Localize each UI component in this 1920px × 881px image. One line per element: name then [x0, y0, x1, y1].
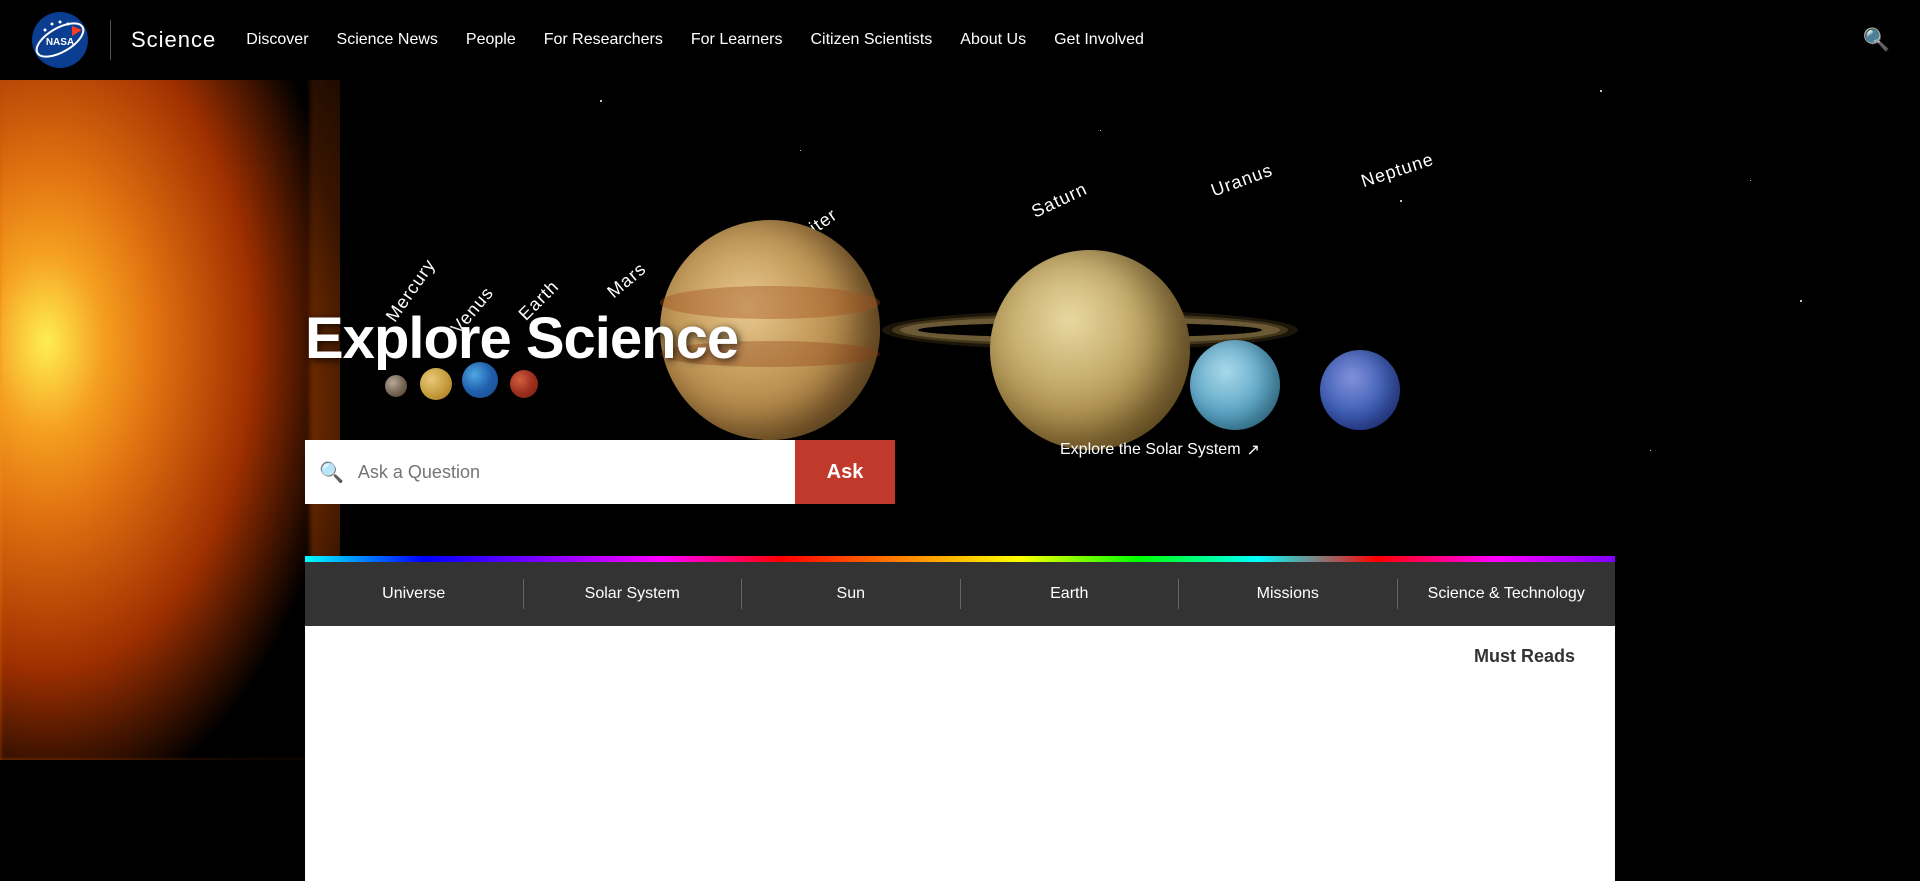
mars-planet[interactable] — [510, 370, 538, 398]
external-link-icon: ↗ — [1247, 440, 1260, 460]
science-label: Science — [131, 27, 216, 53]
svg-text:NASA: NASA — [46, 37, 74, 48]
neptune-planet[interactable] — [1320, 350, 1400, 430]
content-area: Must Reads — [305, 626, 1615, 881]
search-icon[interactable]: 🔍 — [1863, 27, 1890, 53]
category-sun[interactable]: Sun — [742, 562, 960, 626]
nav-item-discover[interactable]: Discover — [246, 31, 308, 49]
nav-item-people[interactable]: People — [466, 31, 516, 49]
mars-label[interactable]: Mars — [603, 258, 650, 302]
saturn-planet — [990, 250, 1190, 450]
search-bar: 🔍 Ask — [305, 440, 895, 504]
star — [1650, 450, 1651, 451]
category-nav: Universe Solar System Sun Earth Missions… — [305, 562, 1615, 626]
saturn-label[interactable]: Saturn — [1028, 179, 1090, 223]
nav-item-for-learners[interactable]: For Learners — [691, 31, 783, 49]
main-nav: Discover Science News People For Researc… — [246, 31, 1842, 49]
search-bar-icon: 🔍 — [305, 460, 358, 485]
sun-surface — [0, 0, 310, 760]
nav-item-about-us[interactable]: About Us — [960, 31, 1026, 49]
uranus-planet[interactable] — [1190, 340, 1280, 430]
must-reads-heading: Must Reads — [1474, 646, 1575, 667]
nav-item-science-news[interactable]: Science News — [337, 31, 438, 49]
category-universe[interactable]: Universe — [305, 562, 523, 626]
explore-science-heading: Explore Science — [305, 305, 738, 372]
header-divider — [110, 20, 111, 60]
category-earth[interactable]: Earth — [961, 562, 1179, 626]
category-solar-system[interactable]: Solar System — [524, 562, 742, 626]
nav-item-citizen-scientists[interactable]: Citizen Scientists — [810, 31, 932, 49]
site-header: NASA Science Discover Science News Peopl… — [0, 0, 1920, 80]
category-missions[interactable]: Missions — [1179, 562, 1397, 626]
nav-item-for-researchers[interactable]: For Researchers — [544, 31, 663, 49]
nav-item-get-involved[interactable]: Get Involved — [1054, 31, 1144, 49]
uranus-label[interactable]: Uranus — [1208, 160, 1275, 202]
star — [600, 100, 602, 102]
solar-system-link-text: Explore the Solar System — [1060, 441, 1241, 459]
ask-button[interactable]: Ask — [795, 440, 895, 504]
venus-planet[interactable] — [420, 368, 452, 400]
star — [1600, 90, 1602, 92]
category-science-technology[interactable]: Science & Technology — [1398, 562, 1616, 626]
search-input[interactable] — [358, 462, 795, 483]
nasa-logo[interactable]: NASA — [30, 10, 90, 70]
mercury-planet[interactable] — [385, 375, 407, 397]
star — [1100, 130, 1101, 131]
solar-system-link[interactable]: Explore the Solar System ↗ — [1060, 440, 1260, 460]
star — [800, 150, 801, 151]
